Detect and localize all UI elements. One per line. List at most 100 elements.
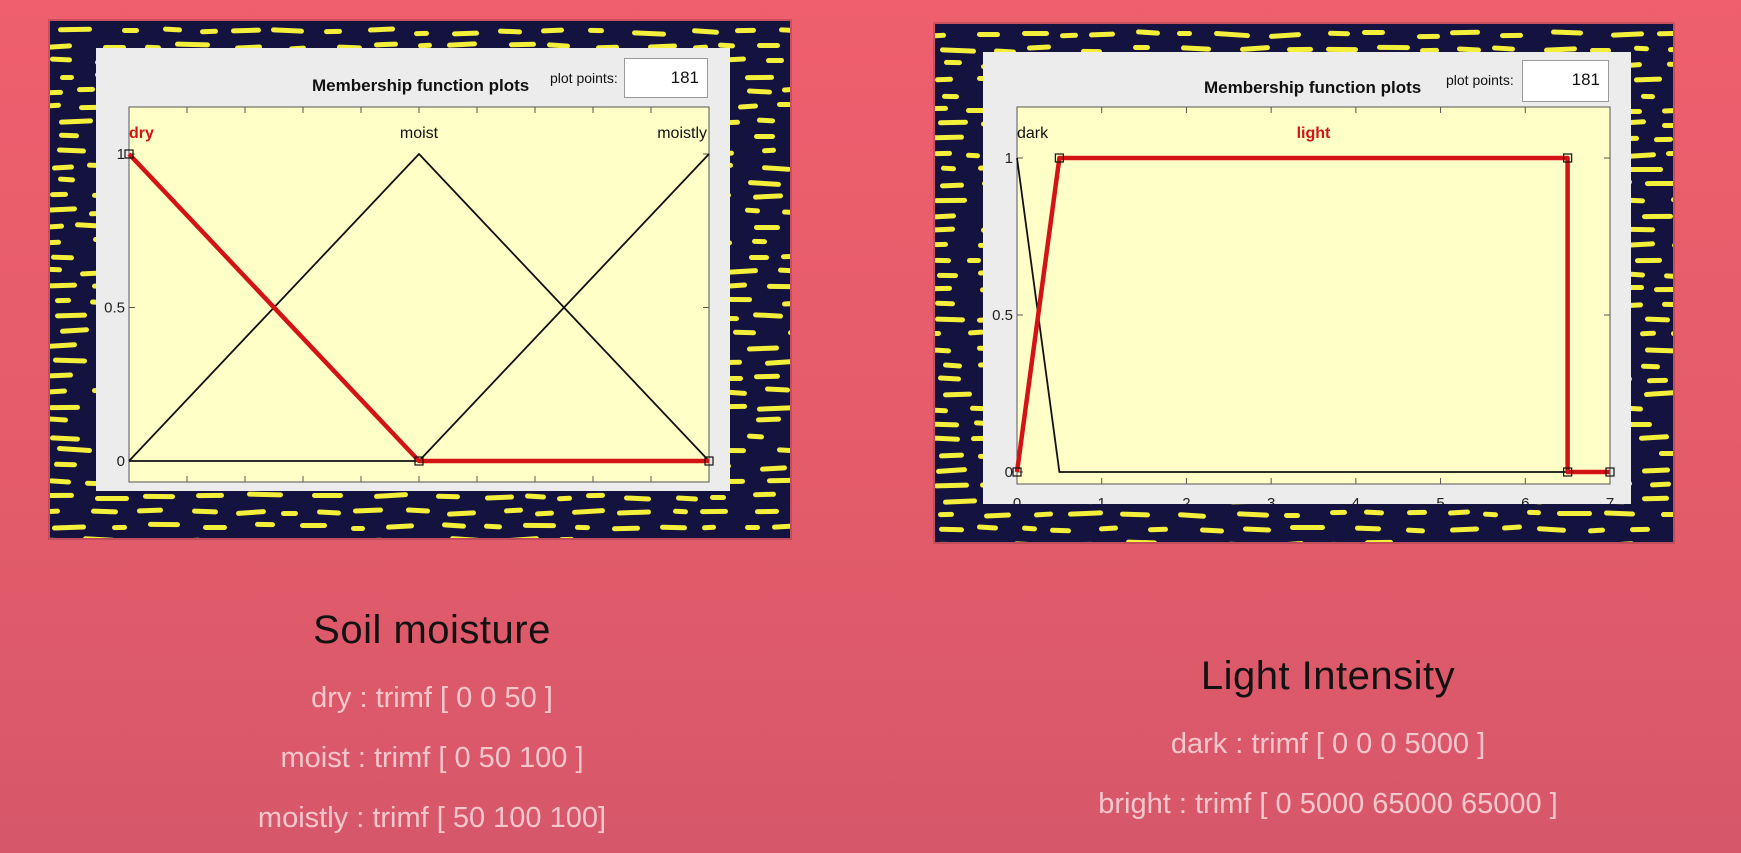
frame-dash [58, 132, 79, 139]
frame-dash [50, 478, 72, 486]
series-label-moistly: moistly [657, 125, 707, 142]
frame-dash [937, 511, 954, 518]
frame-dash [676, 495, 699, 502]
frame-dash [754, 508, 779, 515]
frame-dash [162, 26, 182, 34]
frame-dash [765, 58, 785, 64]
frame-dash [1199, 527, 1224, 534]
frame-dash [761, 164, 790, 172]
light-membership-chart: 0123456700.51input variable "Light_Inten… [992, 106, 1615, 504]
frame-dash [235, 508, 266, 517]
frame-dash [507, 536, 540, 538]
frame-dash [943, 362, 963, 369]
x-tick-label: 3 [1267, 495, 1275, 504]
frame-dash [660, 524, 688, 530]
frame-dash [246, 491, 283, 498]
frame-dash [944, 60, 963, 66]
frame-dash [781, 209, 790, 216]
frame-dash [559, 536, 575, 538]
frame-dash [1526, 510, 1542, 516]
frame-dash [936, 466, 968, 474]
frame-dash [1641, 363, 1661, 369]
frame-dash [1642, 495, 1670, 502]
frame-dash [1027, 44, 1052, 52]
frame-dash [556, 495, 572, 501]
soil-caption: Soil moisture dry : trimf [ 0 0 50 ] moi… [132, 602, 732, 848]
frame-dash [50, 42, 73, 50]
y-tick-label: 0.5 [992, 307, 1013, 324]
frame-dash [1236, 511, 1269, 519]
frame-dash [1587, 527, 1606, 534]
frame-dash [1450, 526, 1480, 534]
frame-dash [935, 286, 952, 292]
frame-dash [50, 434, 81, 442]
x-tick-label: 1 [1098, 495, 1106, 504]
frame-dash [50, 508, 62, 515]
frame-dash [503, 507, 523, 514]
frame-dash [771, 523, 790, 530]
frame-dash [764, 359, 790, 367]
frame-dash [938, 526, 964, 533]
frame-dash [254, 522, 275, 528]
x-tick-label: 0 [1013, 495, 1021, 504]
frame-dash [195, 493, 224, 499]
frame-dash [1119, 511, 1151, 518]
y-tick-label: 1 [117, 146, 125, 163]
frame-dash [1022, 525, 1038, 532]
frame-dash [631, 29, 667, 37]
frame-dash [787, 329, 790, 336]
frame-dash [50, 416, 69, 424]
frame-dash [753, 373, 781, 380]
frame-dash [935, 32, 946, 39]
frame-dash [937, 120, 968, 126]
frame-dash [50, 223, 65, 230]
frame-dash [50, 239, 62, 246]
frame-dash [1638, 434, 1669, 441]
frame-dash [436, 493, 461, 500]
frame-dash [112, 525, 128, 531]
frame-dash [76, 86, 96, 93]
y-tick-label: 1 [1005, 150, 1013, 167]
frame-dash [1654, 287, 1673, 293]
soil-caption-line-moistly: moistly : trimf [ 50 100 100] [257, 802, 607, 834]
x-tick-label: 6 [1521, 495, 1529, 504]
frame-dash [1354, 525, 1381, 532]
frame-dash [1243, 525, 1272, 533]
frame-dash [747, 179, 781, 187]
frame-dash [1639, 330, 1656, 337]
frame-dash [191, 508, 218, 515]
frame-dash [941, 93, 959, 99]
frame-dash [766, 283, 790, 289]
frame-dash [323, 29, 342, 35]
frame-dash [702, 524, 717, 531]
soil-caption-line-dry: dry : trimf [ 0 0 50 ] [311, 682, 553, 714]
light-caption: Light Intensity dark : trimf [ 0 0 0 500… [1028, 648, 1628, 834]
frame-dash [1362, 30, 1386, 36]
frame-dash [50, 56, 72, 63]
frame-dash [1646, 377, 1669, 384]
frame-dash [1644, 316, 1670, 323]
frame-dash [935, 421, 959, 428]
frame-dash [1365, 539, 1394, 542]
x-tick-label: 7 [1606, 495, 1614, 504]
x-tick-label: 2 [1182, 495, 1190, 504]
frame-dash [938, 375, 962, 382]
frame-dash [497, 28, 522, 35]
frame-dash [1658, 451, 1673, 457]
frame-dash [691, 28, 719, 35]
frame-dash [1654, 137, 1673, 143]
frame-dash [782, 86, 790, 93]
frame-dash [50, 282, 77, 289]
frame-dash [367, 26, 395, 33]
frame-dash [1447, 509, 1470, 516]
frame-dash [574, 525, 590, 531]
frame-dash [50, 102, 62, 109]
frame-dash [1660, 511, 1673, 518]
frame-dash [935, 226, 956, 233]
frame-dash [777, 267, 790, 274]
soil-membership-chart: 010203040506070809010000.51input variabl… [104, 106, 714, 483]
frame-dash [939, 452, 964, 459]
y-tick-label: 0 [1005, 464, 1013, 481]
frame-dash [977, 31, 1001, 37]
frame-dash [1661, 122, 1673, 128]
